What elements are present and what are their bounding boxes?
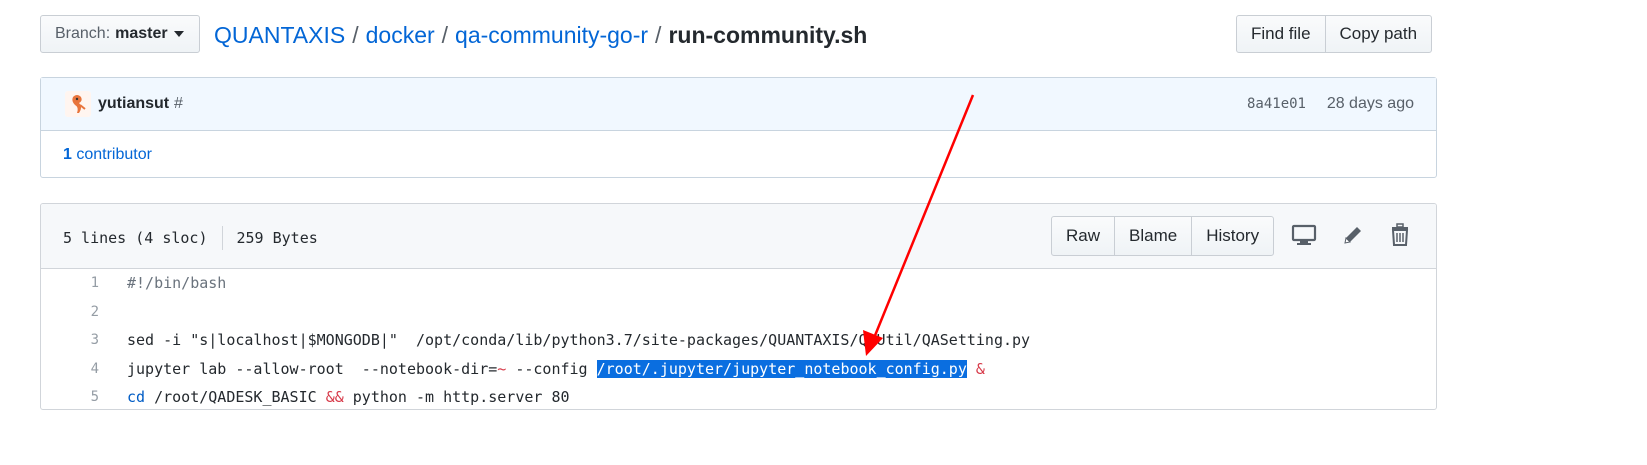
code-operator: && <box>325 388 344 406</box>
code-text: --config <box>506 359 597 378</box>
desktop-icon[interactable] <box>1291 222 1317 248</box>
copy-path-button[interactable]: Copy path <box>1324 15 1433 53</box>
branch-name: master <box>115 25 168 42</box>
history-button[interactable]: History <box>1191 216 1275 256</box>
commit-age: 28 days ago <box>1326 95 1414 112</box>
code-line: 4 jupyter lab --allow-root --notebook-di… <box>41 355 1436 384</box>
blame-button[interactable]: Blame <box>1114 216 1193 256</box>
raw-button[interactable]: Raw <box>1051 216 1116 256</box>
file-info: 5 lines (4 sloc) 259 Bytes <box>63 226 318 250</box>
code-operator: ~ <box>497 359 507 378</box>
code-line: 5 cd /root/QADESK_BASIC && python -m htt… <box>41 383 1436 409</box>
line-content: jupyter lab --allow-root --notebook-dir=… <box>127 355 985 383</box>
commit-header: yutiansut # 8a41e01 28 days ago <box>41 78 1436 131</box>
caret-down-icon <box>173 31 184 37</box>
code-text: /root/QADESK_BASIC <box>145 388 326 406</box>
line-content: sed -i "s|localhost|$MONGODB|" /opt/cond… <box>127 331 1031 349</box>
breadcrumb-separator: / <box>441 22 449 48</box>
code-line: 2 <box>41 298 1436 327</box>
breadcrumb-repo-link[interactable]: QUANTAXIS <box>214 22 345 48</box>
breadcrumb-current-file: run-community.sh <box>668 22 868 48</box>
code-text: jupyter lab --allow-root --notebook-dir= <box>127 359 498 378</box>
commit-tease: yutiansut # 8a41e01 28 days ago 1 contri… <box>40 77 1437 178</box>
line-number[interactable]: 4 <box>41 355 99 383</box>
find-file-button[interactable]: Find file <box>1236 15 1326 53</box>
selected-text: /root/.jupyter/jupyter_notebook_config.p… <box>596 359 967 378</box>
trash-icon[interactable] <box>1387 222 1413 248</box>
commit-message-link[interactable]: # <box>174 95 183 113</box>
contributors-count: 1 <box>63 146 72 163</box>
breadcrumb-separator: / <box>352 22 359 48</box>
code-line: 3 sed -i "s|localhost|$MONGODB|" /opt/co… <box>41 326 1436 355</box>
line-number[interactable]: 3 <box>41 326 99 354</box>
breadcrumb: QUANTAXIS / docker / qa-community-go-r / run-c… <box>214 20 867 50</box>
line-number[interactable]: 1 <box>41 269 99 297</box>
line-number[interactable]: 5 <box>41 383 99 409</box>
contributors-link[interactable]: 1 contributor <box>63 146 152 164</box>
breadcrumb-separator: / <box>655 22 662 48</box>
commit-sha-link[interactable]: 8a41e01 <box>1247 96 1306 112</box>
file-lines-info: 5 lines (4 sloc) <box>63 229 208 247</box>
code-line: 1 #!/bin/bash <box>41 269 1436 298</box>
file-actions: Raw Blame History <box>1051 216 1275 256</box>
line-content: cd /root/QADESK_BASIC && python -m http.… <box>127 383 570 409</box>
breadcrumb-folder-link[interactable]: qa-community-go-r <box>455 22 648 48</box>
branch-select-button[interactable]: Branch: master <box>40 15 200 53</box>
code-text: python -m http.server 80 <box>343 388 570 406</box>
code-operator: & <box>975 359 985 378</box>
file-navigation-actions: Find file Copy path <box>1236 15 1433 53</box>
line-content: #!/bin/bash <box>127 274 227 292</box>
contributors-label: contributor <box>76 146 152 163</box>
code-builtin: cd <box>127 388 146 406</box>
branch-prefix: Branch: <box>55 25 111 42</box>
file-info-divider <box>221 226 223 250</box>
code-table: 1 #!/bin/bash 2 3 sed -i "s|localhost|$M… <box>41 269 1436 409</box>
commit-author-link[interactable]: yutiansut <box>98 95 169 113</box>
file-size: 259 Bytes <box>236 229 318 247</box>
line-number[interactable]: 2 <box>41 298 99 326</box>
avatar[interactable] <box>65 91 91 117</box>
pencil-icon[interactable] <box>1340 222 1366 248</box>
breadcrumb-docker-link[interactable]: docker <box>366 22 435 48</box>
